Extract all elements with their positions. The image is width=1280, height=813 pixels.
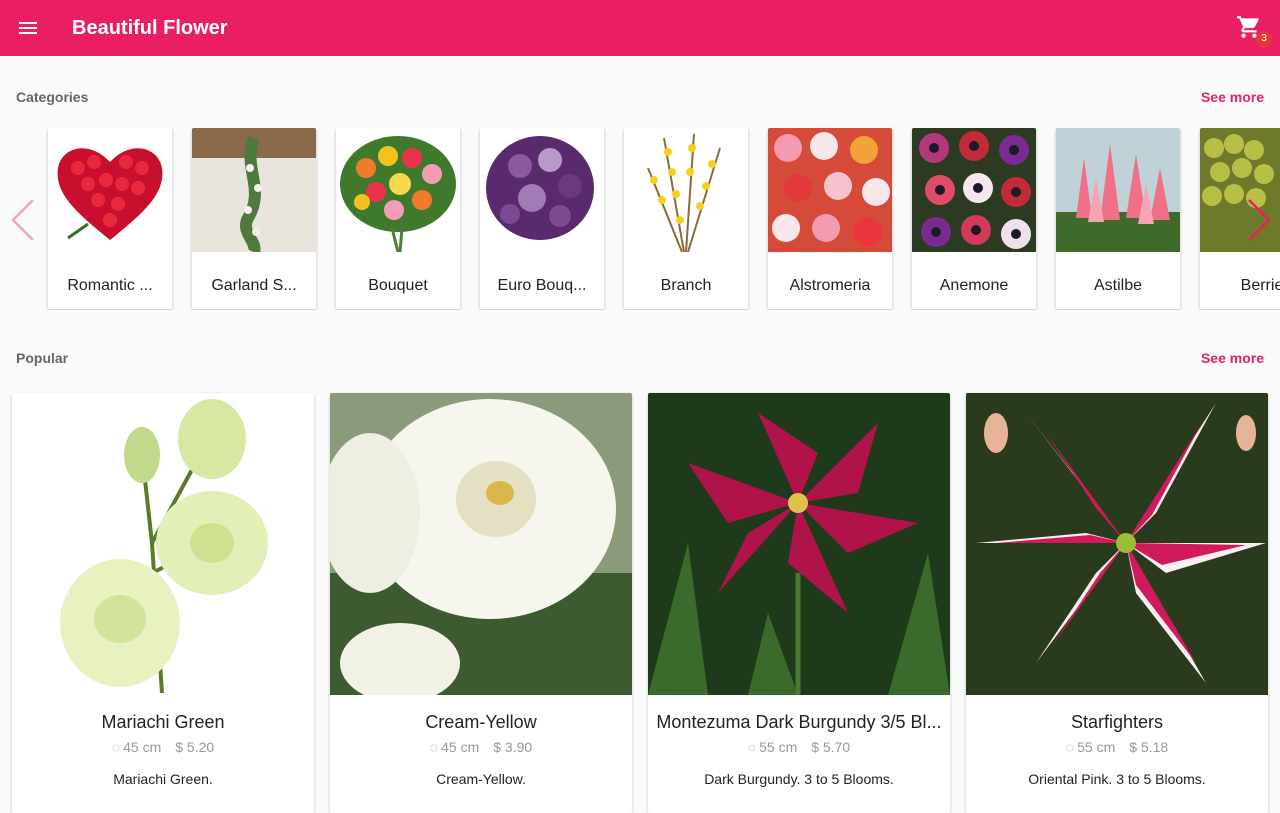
category-label: Astilbe	[1093, 277, 1143, 294]
category-card[interactable]: Branch	[624, 128, 748, 309]
product-card[interactable]: Starfighters ◌ 55 cm $ 5.18 Oriental Pink…	[966, 393, 1268, 813]
product-card[interactable]: Montezuma Dark Burgundy 3/5 Bl... ◌ 55 cm…	[648, 393, 950, 813]
category-card[interactable]: Alstromeria	[768, 128, 892, 309]
ruler-gauge-icon: ◌	[429, 739, 439, 755]
product-image-stargazer-lily	[966, 393, 1268, 695]
product-meta: ◌ 45 cm $ 5.20	[12, 739, 314, 755]
product-name: Cream-Yellow	[425, 712, 537, 732]
product-name: Mariachi Green	[101, 712, 225, 732]
product-height: 55 cm	[759, 739, 798, 755]
category-card[interactable]: Euro Bouq...	[480, 128, 604, 309]
category-image-yellow-forsythia	[624, 128, 748, 253]
product-height: 45 cm	[441, 739, 480, 755]
product-name: Montezuma Dark Burgundy 3/5 Bl...	[656, 712, 942, 732]
product-description: Oriental Pink. 3 to 5 Blooms.	[1028, 771, 1206, 787]
product-price: $ 5.18	[1129, 739, 1169, 755]
category-image-purple-roses	[480, 128, 604, 252]
popular-heading: Popular	[16, 350, 69, 366]
product-name: Starfighters	[1070, 712, 1164, 732]
category-label: Branch	[660, 277, 712, 294]
category-label: Euro Bouq...	[497, 277, 587, 294]
ruler-gauge-icon: ◌	[111, 739, 121, 755]
category-label: Berrie	[1240, 277, 1280, 294]
category-label: Anemone	[939, 277, 1009, 294]
carousel-next-chevron-right-icon[interactable]	[1244, 196, 1274, 244]
category-label: Garland S...	[211, 277, 297, 294]
product-price: $ 5.70	[811, 739, 851, 755]
category-image-anemone	[912, 128, 1036, 252]
category-card[interactable]: Anemone	[912, 128, 1036, 309]
product-meta: ◌ 55 cm $ 5.70	[648, 739, 950, 755]
category-card[interactable]: Astilbe	[1056, 128, 1180, 309]
product-price: $ 5.20	[175, 739, 215, 755]
product-height: 45 cm	[123, 739, 162, 755]
product-card[interactable]: Mariachi Green ◌ 45 cm $ 5.20 Mariachi Gr…	[12, 393, 314, 813]
product-meta: ◌ 55 cm $ 5.18	[966, 739, 1268, 755]
product-card[interactable]: Cream-Yellow ◌ 45 cm $ 3.90 Cream-Yellow.	[330, 393, 632, 813]
category-image-astilbe	[1056, 128, 1180, 252]
product-height: 55 cm	[1077, 739, 1116, 755]
product-image-green-lisianthus	[12, 393, 314, 695]
cart-count-badge: 3	[1256, 31, 1272, 47]
ruler-gauge-icon: ◌	[1065, 739, 1075, 755]
product-description: Dark Burgundy. 3 to 5 Blooms.	[704, 771, 894, 787]
category-label: Bouquet	[368, 277, 428, 294]
carousel-previous-chevron-left-icon[interactable]	[8, 196, 38, 244]
popular-see-more-link[interactable]: See more	[1201, 350, 1264, 366]
product-image-burgundy-lily	[648, 393, 950, 695]
product-meta: ◌ 45 cm $ 3.90	[330, 739, 632, 755]
category-image-red-rose-heart	[48, 128, 172, 252]
categories-heading: Categories	[16, 89, 89, 105]
category-card[interactable]: Romantic ...	[48, 128, 172, 309]
ruler-gauge-icon: ◌	[747, 739, 757, 755]
category-card[interactable]: Garland S...	[192, 128, 316, 309]
category-image-alstroemeria	[768, 128, 892, 252]
product-description: Cream-Yellow.	[436, 771, 526, 787]
product-image-cream-lisianthus	[330, 393, 632, 703]
product-price: $ 3.90	[493, 739, 533, 755]
app-title: Beautiful Flower	[72, 17, 228, 39]
category-image-table-garland	[192, 128, 316, 255]
menu-icon[interactable]	[14, 14, 42, 42]
product-description: Mariachi Green.	[113, 771, 213, 787]
category-card[interactable]: Bouquet	[336, 128, 460, 309]
category-label: Romantic ...	[67, 277, 153, 294]
category-carousel: Romantic ... Garland S... Bouquet Euro B…	[0, 128, 1280, 310]
category-image-mixed-bouquet	[336, 128, 460, 253]
category-label: Alstromeria	[789, 277, 871, 294]
categories-see-more-link[interactable]: See more	[1201, 89, 1264, 105]
app-bar: Beautiful Flower 3	[0, 0, 1280, 56]
